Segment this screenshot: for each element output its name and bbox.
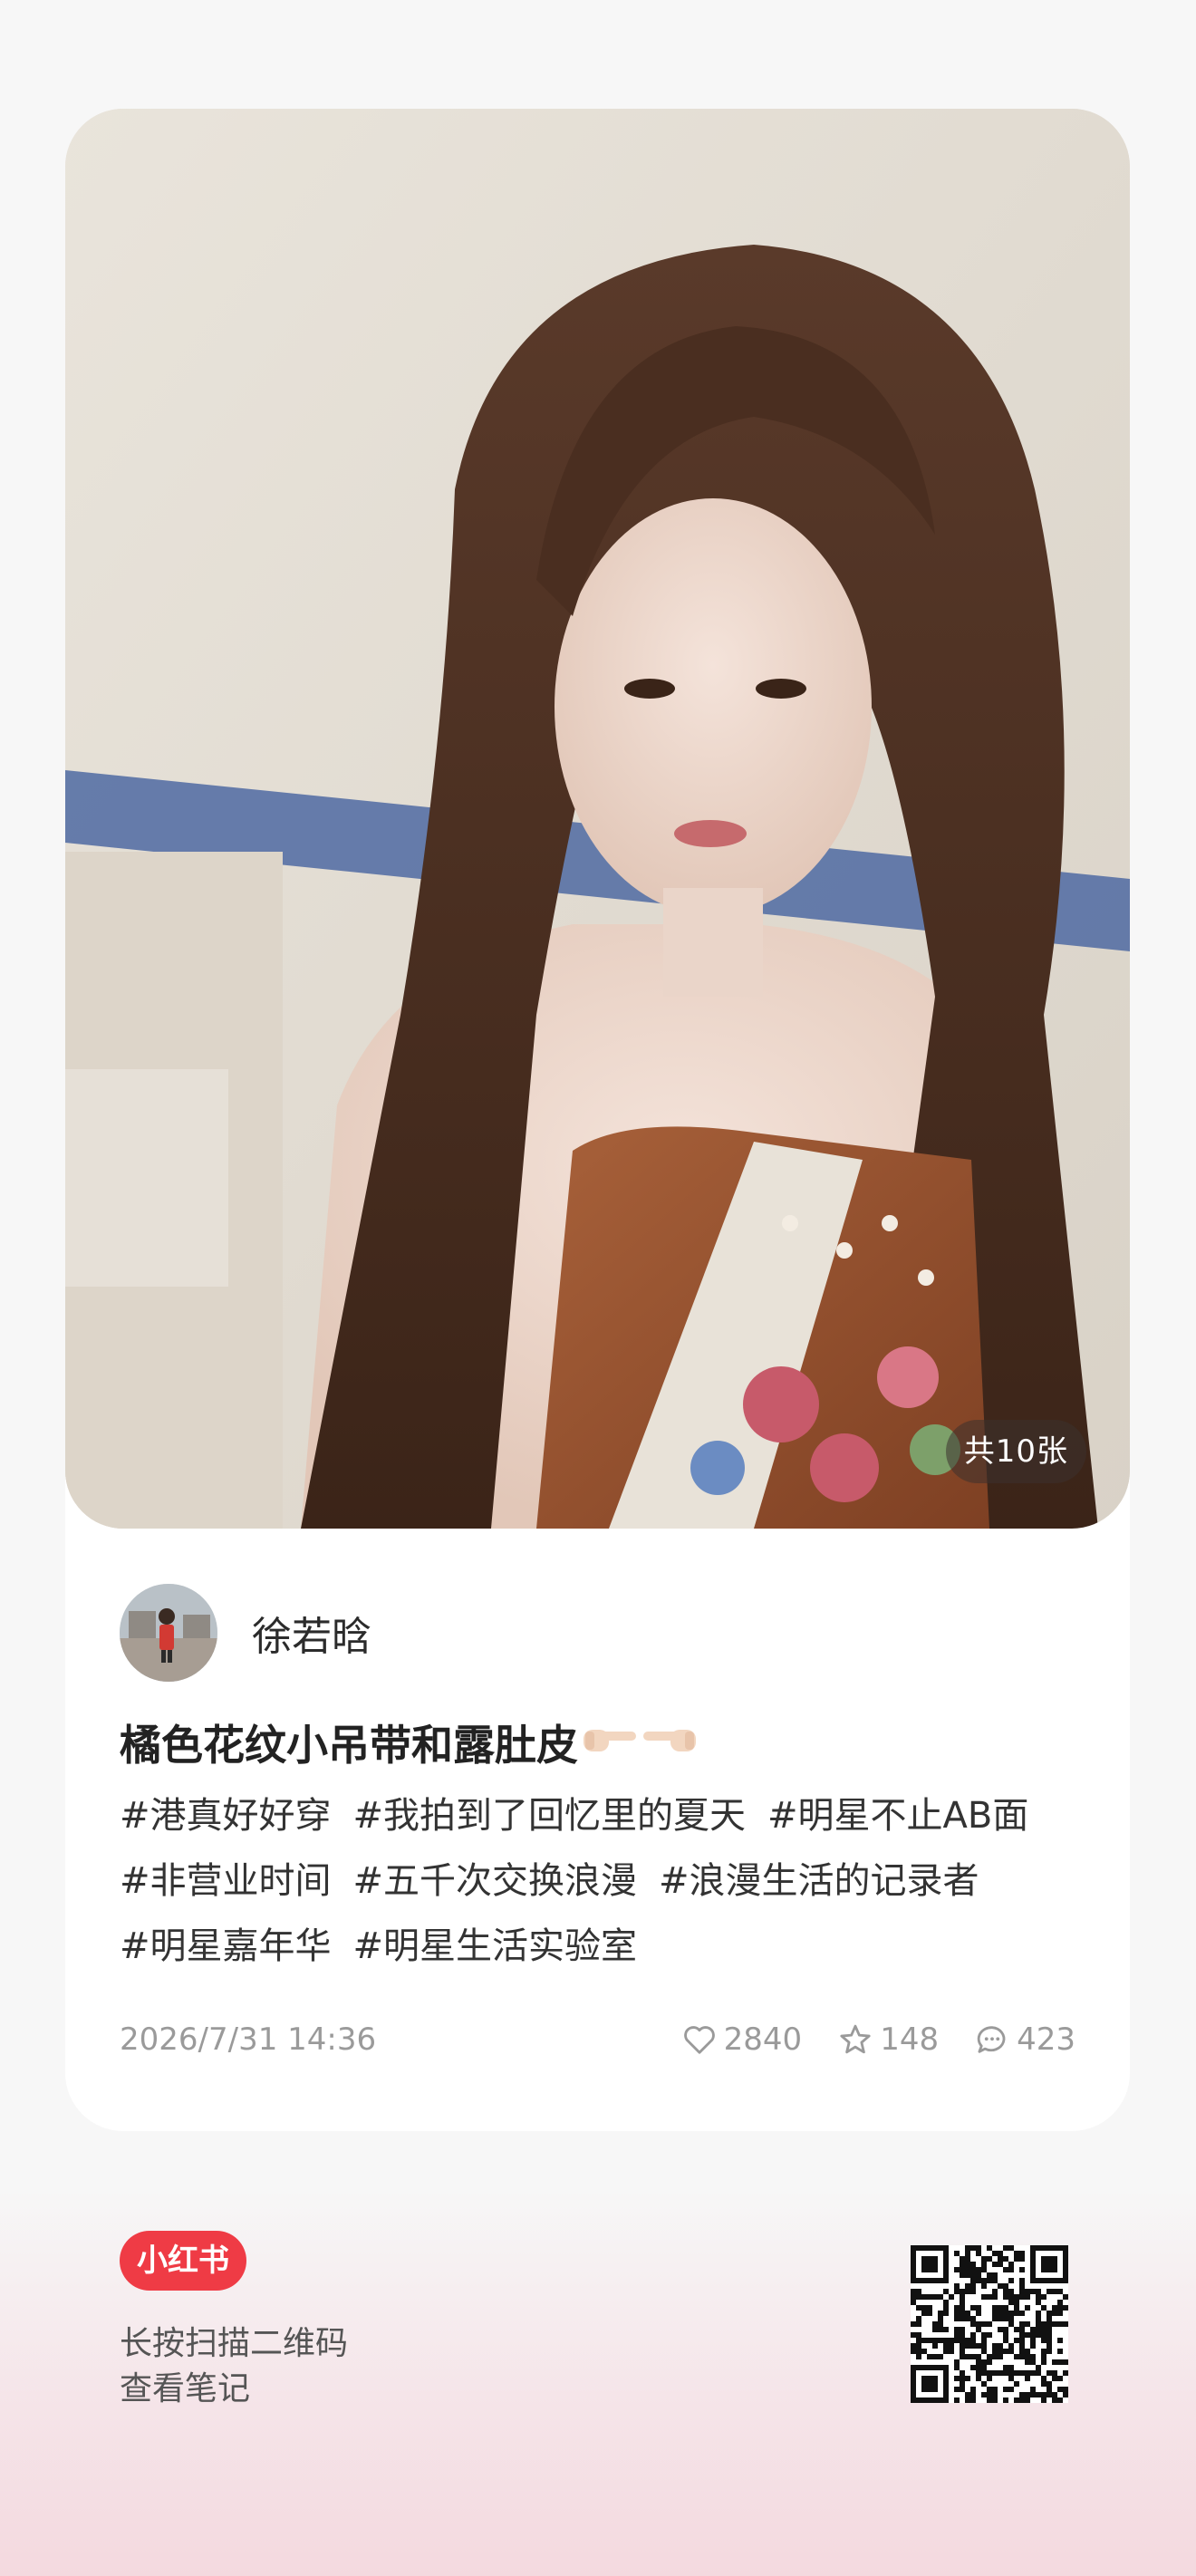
- qr-code-icon: [911, 2245, 1068, 2403]
- scan-hint: 长按扫描二维码 查看笔记: [120, 2321, 348, 2412]
- brand-logo: 小红书: [120, 2231, 246, 2291]
- post-card[interactable]: 共10张 徐若晗 橘色花纹小吊带和露肚皮 #港真好好穿 #我拍到了回忆里的夏天 …: [65, 109, 1130, 2131]
- avatar[interactable]: [120, 1584, 217, 1682]
- tag-link[interactable]: #港真好好穿: [120, 1795, 332, 1837]
- image-count-badge: 共10张: [945, 1420, 1086, 1483]
- heart-icon: [683, 2026, 715, 2054]
- star-icon: [840, 2024, 871, 2054]
- finger-pointing-left-icon: [641, 1718, 698, 1767]
- finger-pointing-right-icon: [582, 1718, 638, 1767]
- tag-link[interactable]: #明星嘉年华: [120, 1925, 332, 1967]
- tag-list: #港真好好穿 #我拍到了回忆里的夏天 #明星不止AB面 #非营业时间 #五千次交换浪漫…: [120, 1783, 1080, 1979]
- tag-link[interactable]: #明星不止AB面: [767, 1795, 1028, 1837]
- tag-link[interactable]: #非营业时间: [120, 1860, 332, 1902]
- favorite-count: 148: [880, 2021, 940, 2058]
- author-name[interactable]: 徐若晗: [252, 1604, 371, 1662]
- qr-code[interactable]: [911, 2245, 1068, 2403]
- tag-link[interactable]: #五千次交换浪漫: [353, 1860, 638, 1902]
- author-row[interactable]: 徐若晗: [120, 1584, 371, 1682]
- comment-icon: [977, 2026, 1006, 2053]
- tag-link[interactable]: #浪漫生活的记录者: [659, 1860, 979, 1902]
- scan-hint-line2: 查看笔记: [120, 2370, 251, 2407]
- like-stat[interactable]: 2840: [682, 2021, 803, 2058]
- avatar-image: [120, 1584, 217, 1682]
- tag-link[interactable]: #我拍到了回忆里的夏天: [353, 1795, 747, 1837]
- tag-link[interactable]: #明星生活实验室: [353, 1925, 638, 1967]
- post-title: 橘色花纹小吊带和露肚皮: [120, 1713, 698, 1772]
- comment-stat[interactable]: 423: [975, 2021, 1075, 2058]
- post-date: 2026/7/31 14:36: [120, 2021, 377, 2058]
- scan-hint-line1: 长按扫描二维码: [120, 2325, 349, 2362]
- favorite-stat[interactable]: 148: [838, 2021, 939, 2058]
- post-title-text: 橘色花纹小吊带和露肚皮: [120, 1721, 578, 1770]
- photo-illustration: [65, 109, 1130, 1529]
- like-count: 2840: [723, 2021, 803, 2058]
- post-photo[interactable]: 共10张: [65, 109, 1130, 1529]
- post-meta: 2026/7/31 14:36 2840 148 423: [120, 2017, 1075, 2062]
- comment-count: 423: [1017, 2021, 1075, 2058]
